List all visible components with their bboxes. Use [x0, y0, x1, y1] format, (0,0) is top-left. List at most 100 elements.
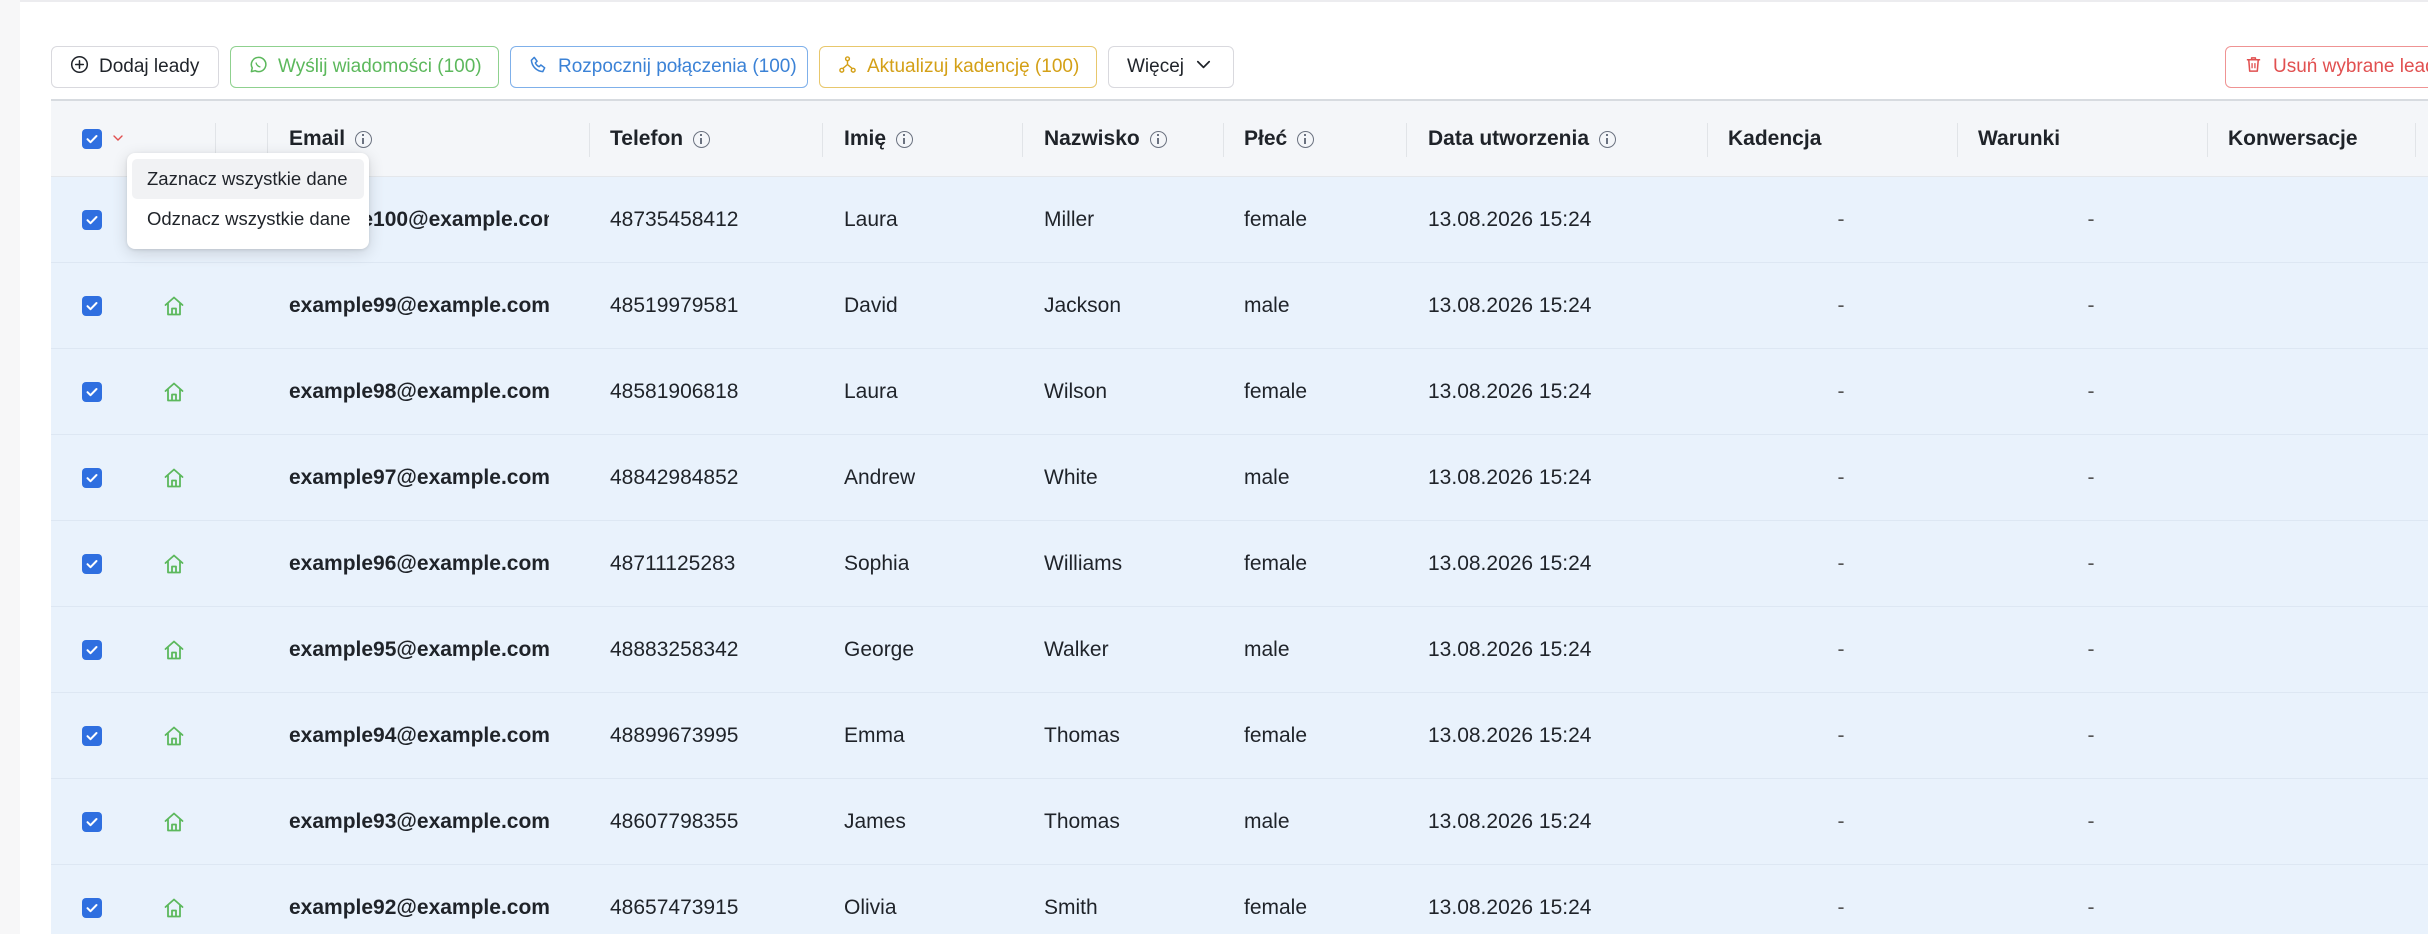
table-row[interactable]: example98@example.com 48581906818 Laura … [51, 349, 2428, 435]
cell-email[interactable]: example97@example.com [289, 435, 549, 521]
start-calls-button[interactable]: Rozpocznij połączenia (100) [510, 46, 808, 88]
column-gender-label: Płeć [1244, 127, 1288, 150]
cell-email[interactable]: example95@example.com [289, 607, 549, 693]
table-row[interactable]: example93@example.com 48607798355 James … [51, 779, 2428, 865]
column-created[interactable]: Data utworzenia [1428, 101, 1617, 177]
info-icon[interactable] [1599, 130, 1617, 148]
cell-email[interactable]: example96@example.com [289, 521, 549, 607]
column-gender[interactable]: Płeć [1244, 101, 1315, 177]
table-row[interactable]: example96@example.com 48711125283 Sophia… [51, 521, 2428, 607]
more-button[interactable]: Więcej [1108, 46, 1234, 88]
cell-created: 13.08.2026 15:24 [1428, 552, 1592, 575]
update-cadence-button[interactable]: Aktualizuj kadencję (100) [819, 46, 1097, 88]
trash-icon [2244, 55, 2263, 80]
cell-created: 13.08.2026 15:24 [1428, 810, 1592, 833]
cell-email[interactable]: example94@example.com [289, 693, 549, 779]
column-phone-label: Telefon [610, 127, 684, 150]
deselect-all-data-option[interactable]: Odznacz wszystkie dane [132, 199, 364, 239]
cell-first-name: George [844, 638, 915, 661]
row-checkbox[interactable] [82, 263, 102, 349]
cell-email[interactable]: example99@example.com [289, 263, 549, 349]
column-last-name[interactable]: Nazwisko [1044, 101, 1167, 177]
table-row[interactable]: example95@example.com 48883258342 George… [51, 607, 2428, 693]
info-icon[interactable] [355, 130, 373, 148]
cell-last-name: Jackson [1044, 294, 1122, 317]
table-row[interactable]: example92@example.com 48657473915 Olivia… [51, 865, 2428, 934]
cell-email[interactable]: example92@example.com [289, 865, 549, 934]
column-phone[interactable]: Telefon [610, 101, 711, 177]
cell-first-name: Sophia [844, 552, 910, 575]
home-icon[interactable] [162, 779, 186, 865]
cell-phone: 48883258342 [610, 638, 739, 661]
row-checkbox[interactable] [82, 349, 102, 435]
home-icon[interactable] [162, 607, 186, 693]
phone-icon [529, 55, 548, 80]
column-separator [2415, 123, 2416, 157]
main-content: Dodaj leady Wyślij wiadomości (100) Rozp… [20, 0, 2428, 934]
row-checkbox[interactable] [82, 435, 102, 521]
info-icon[interactable] [1297, 130, 1315, 148]
home-icon[interactable] [162, 349, 186, 435]
info-icon[interactable] [693, 130, 711, 148]
cell-cadence: - [1837, 896, 1845, 919]
home-icon[interactable] [162, 435, 186, 521]
cell-email[interactable]: example98@example.com [289, 349, 549, 435]
toolbar: Dodaj leady Wyślij wiadomości (100) Rozp… [51, 46, 2428, 88]
select-menu-chevron-icon[interactable] [112, 132, 124, 144]
home-icon[interactable] [162, 263, 186, 349]
column-first-name[interactable]: Imię [844, 101, 914, 177]
row-checkbox[interactable] [82, 779, 102, 865]
row-checkbox[interactable] [82, 693, 102, 779]
column-separator [2207, 123, 2208, 157]
table-row[interactable]: example99@example.com 48519979581 David … [51, 263, 2428, 349]
column-separator [1406, 123, 1407, 157]
column-cadence[interactable]: Kadencja [1728, 101, 1821, 177]
info-icon[interactable] [896, 130, 914, 148]
cell-first-name: Andrew [844, 466, 916, 489]
row-checkbox[interactable] [82, 177, 102, 263]
add-leads-button[interactable]: Dodaj leady [51, 46, 219, 88]
cell-phone: 48657473915 [610, 896, 739, 919]
cell-created: 13.08.2026 15:24 [1428, 896, 1592, 919]
cell-cadence: - [1837, 466, 1845, 489]
cell-phone: 48607798355 [610, 810, 739, 833]
chevron-down-icon [1194, 55, 1213, 80]
select-all-data-option[interactable]: Zaznacz wszystkie dane [132, 159, 364, 199]
home-icon[interactable] [162, 693, 186, 779]
home-icon[interactable] [162, 865, 186, 934]
add-leads-label: Dodaj leady [99, 56, 200, 77]
cell-phone: 48735458412 [610, 208, 739, 231]
row-checkbox[interactable] [82, 607, 102, 693]
cell-last-name: Miller [1044, 208, 1095, 231]
column-conversations[interactable]: Konwersacje [2228, 101, 2358, 177]
cell-cadence: - [1837, 208, 1845, 231]
cell-gender: male [1244, 810, 1290, 833]
cell-cadence: - [1837, 294, 1845, 317]
cell-first-name: David [844, 294, 898, 317]
column-separator [1957, 123, 1958, 157]
chat-bubble-icon [249, 55, 268, 80]
cell-created: 13.08.2026 15:24 [1428, 638, 1592, 661]
cell-conditions: - [2087, 208, 2095, 231]
cell-phone: 48711125283 [610, 552, 736, 575]
send-messages-button[interactable]: Wyślij wiadomości (100) [230, 46, 499, 88]
cell-gender: male [1244, 466, 1290, 489]
delete-selected-button[interactable]: Usuń wybrane leady (1 [2225, 46, 2428, 88]
row-checkbox[interactable] [82, 865, 102, 934]
cell-created: 13.08.2026 15:24 [1428, 380, 1592, 403]
cell-email[interactable]: example93@example.com [289, 779, 549, 865]
row-checkbox[interactable] [82, 521, 102, 607]
home-icon[interactable] [162, 521, 186, 607]
cell-first-name: James [844, 810, 906, 833]
column-conditions[interactable]: Warunki [1978, 101, 2060, 177]
cell-phone: 48899673995 [610, 724, 739, 747]
cell-created: 13.08.2026 15:24 [1428, 208, 1592, 231]
table-row[interactable]: example97@example.com 48842984852 Andrew… [51, 435, 2428, 521]
cell-last-name: Thomas [1044, 810, 1120, 833]
table-row[interactable]: example100@example.com 48735458412 Laura… [51, 177, 2428, 263]
cell-conditions: - [2087, 552, 2095, 575]
table-row[interactable]: example94@example.com 48899673995 Emma T… [51, 693, 2428, 779]
select-all-checkbox[interactable] [82, 101, 102, 177]
info-icon[interactable] [1149, 130, 1167, 148]
cell-first-name: Emma [844, 724, 905, 747]
